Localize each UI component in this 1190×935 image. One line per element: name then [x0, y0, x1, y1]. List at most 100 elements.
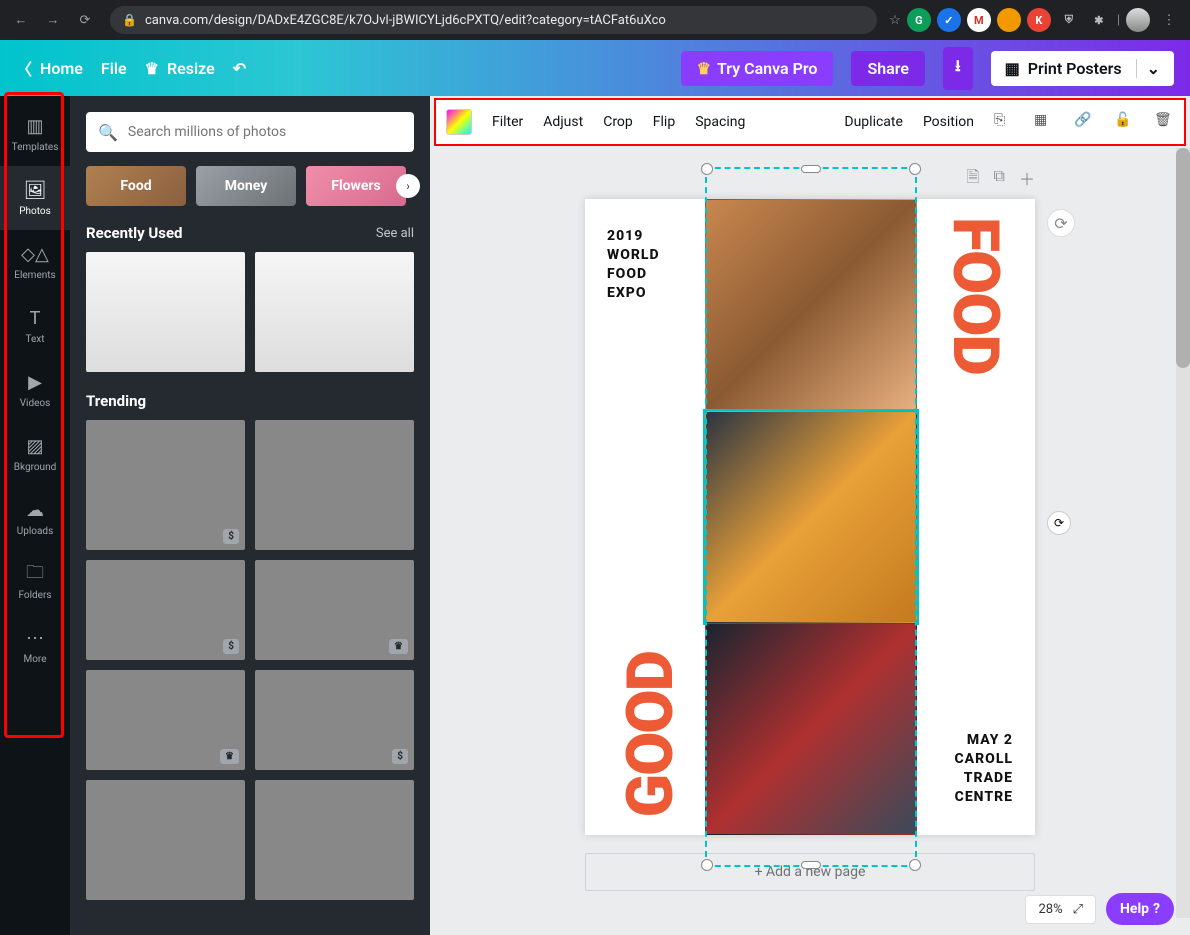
ext-hub-icon[interactable]: ✱ [1087, 8, 1111, 32]
trash-icon[interactable]: 🗑 [1154, 112, 1174, 132]
undo-icon: ↶ [233, 59, 246, 78]
ext-gmail-icon[interactable]: M [967, 8, 991, 32]
home-label: Home [40, 59, 83, 78]
notes-icon[interactable]: 🗎 [967, 166, 980, 193]
stage[interactable]: 🗎 ⧉ ＋ 2019 WORLD FOOD EXPO [430, 146, 1190, 935]
photo-search[interactable]: 🔍 [86, 112, 414, 152]
vertical-scrollbar[interactable] [1176, 148, 1190, 918]
elements-icon: ◇△ [24, 244, 46, 266]
link-icon[interactable]: 🔗 [1074, 112, 1094, 132]
ext-shield-icon[interactable]: ⛨ [1057, 8, 1081, 32]
fullscreen-icon[interactable]: ⤢ [1073, 902, 1083, 917]
resize-handle[interactable] [909, 163, 921, 175]
trending-thumb[interactable]: ♛ [86, 670, 245, 770]
chip-money[interactable]: Money [196, 166, 296, 206]
sync-icon[interactable]: ⟳ [1047, 209, 1075, 237]
trending-thumb[interactable]: ♛ [255, 560, 414, 660]
zoom-value: 28% [1038, 902, 1062, 917]
forward-button[interactable]: → [40, 7, 66, 33]
crop-button[interactable]: Crop [603, 114, 633, 130]
see-all-link[interactable]: See all [376, 226, 414, 241]
rail-videos[interactable]: ▶Videos [0, 358, 70, 422]
main-area: ▥Templates 🖼Photos ◇△Elements TText ▶Vid… [0, 96, 1190, 935]
print-button[interactable]: ▦ Print Posters ⌄ [991, 51, 1174, 86]
trending-grid: $ $ ♛ ♛ $ [86, 420, 414, 900]
url-bar[interactable]: 🔒 canva.com/design/DADxE4ZGC8E/k7OJvl-jB… [110, 6, 877, 34]
paid-badge: $ [223, 529, 239, 544]
chip-next-button[interactable]: › [396, 174, 420, 198]
trending-thumb[interactable] [86, 780, 245, 900]
download-icon: ⭳ [955, 55, 961, 82]
color-swatch[interactable] [446, 109, 472, 135]
ext-orange-icon[interactable] [997, 8, 1021, 32]
crown-icon: ♛ [145, 59, 159, 78]
file-menu[interactable]: File [101, 59, 127, 78]
ext-check-icon[interactable]: ✓ [937, 8, 961, 32]
add-page-icon[interactable]: ＋ [1019, 166, 1035, 193]
paid-badge: $ [223, 639, 239, 654]
trending-thumb[interactable]: $ [86, 560, 245, 660]
position-button[interactable]: Position [923, 114, 974, 130]
scroll-thumb[interactable] [1176, 148, 1190, 368]
flip-button[interactable]: Flip [653, 114, 675, 130]
chip-flowers[interactable]: Flowers [306, 166, 406, 206]
lock-icon[interactable]: 🔓 [1114, 112, 1134, 132]
poster-text-good[interactable]: GOOD [613, 652, 688, 817]
rail-photos[interactable]: 🖼Photos [0, 166, 70, 230]
help-button[interactable]: Help ? [1106, 893, 1174, 925]
filter-button[interactable]: Filter [492, 114, 523, 130]
canvas-area: Filter Adjust Crop Flip Spacing Duplicat… [430, 96, 1190, 935]
duplicate-button[interactable]: Duplicate [844, 114, 903, 130]
download-button[interactable]: ⭳ [943, 47, 973, 90]
recent-thumb[interactable] [86, 252, 245, 372]
rail-more[interactable]: ⋯More [0, 614, 70, 678]
undo-button[interactable]: ↶ [233, 59, 246, 78]
rail-folders[interactable]: 🗀Folders [0, 550, 70, 614]
rail-background[interactable]: ▨Bkground [0, 422, 70, 486]
selection-box[interactable] [705, 167, 917, 867]
copy-style-icon[interactable]: ⎘ [994, 112, 1014, 132]
side-rail: ▥Templates 🖼Photos ◇△Elements TText ▶Vid… [0, 96, 70, 935]
share-button[interactable]: Share [851, 51, 925, 86]
ext-k-icon[interactable]: K [1027, 8, 1051, 32]
spacing-button[interactable]: Spacing [695, 114, 745, 130]
resize-handle[interactable] [909, 859, 921, 871]
star-icon[interactable]: ☆ [889, 13, 901, 28]
trending-thumb[interactable]: $ [86, 420, 245, 550]
resize-handle[interactable] [801, 165, 821, 173]
zoom-control[interactable]: 28% ⤢ [1025, 895, 1096, 924]
rail-elements[interactable]: ◇△Elements [0, 230, 70, 294]
rotate-handle[interactable]: ⟳ [1047, 511, 1071, 535]
rail-templates[interactable]: ▥Templates [0, 102, 70, 166]
rail-text[interactable]: TText [0, 294, 70, 358]
transparency-icon[interactable]: ▦ [1034, 112, 1054, 132]
try-pro-button[interactable]: ♛ Try Canva Pro [681, 51, 834, 86]
resize-handle[interactable] [701, 163, 713, 175]
chevron-down-icon[interactable]: ⌄ [1136, 59, 1160, 78]
home-button[interactable]: 〈 Home [16, 56, 83, 80]
trending-thumb[interactable] [255, 420, 414, 550]
back-button[interactable]: ← [8, 7, 34, 33]
search-input[interactable] [128, 124, 402, 140]
recent-thumb[interactable] [255, 252, 414, 372]
templates-icon: ▥ [24, 116, 46, 138]
app-topbar: 〈 Home File ♛ Resize ↶ ♛ Try Canva Pro S… [0, 40, 1190, 96]
reload-button[interactable]: ⟳ [72, 7, 98, 33]
profile-avatar[interactable] [1126, 8, 1150, 32]
chip-food[interactable]: Food [86, 166, 186, 206]
ext-grammarly-icon[interactable]: G [907, 8, 931, 32]
resize-menu[interactable]: ♛ Resize [145, 59, 215, 78]
adjust-button[interactable]: Adjust [543, 114, 583, 130]
trending-thumb[interactable] [255, 780, 414, 900]
poster-text-bottom-right[interactable]: MAY 2 CAROLL TRADE CENTRE [954, 731, 1013, 807]
browser-menu-icon[interactable]: ⋮ [1156, 7, 1182, 33]
help-icon: ? [1153, 901, 1160, 917]
resize-handle[interactable] [701, 859, 713, 871]
trending-thumb[interactable]: $ [255, 670, 414, 770]
poster-text-top-left[interactable]: 2019 WORLD FOOD EXPO [607, 227, 660, 303]
duplicate-page-icon[interactable]: ⧉ [994, 166, 1005, 193]
rail-uploads[interactable]: ☁Uploads [0, 486, 70, 550]
poster-text-food[interactable]: FOOD [938, 217, 1013, 374]
resize-handle[interactable] [801, 861, 821, 869]
background-icon: ▨ [24, 436, 46, 458]
